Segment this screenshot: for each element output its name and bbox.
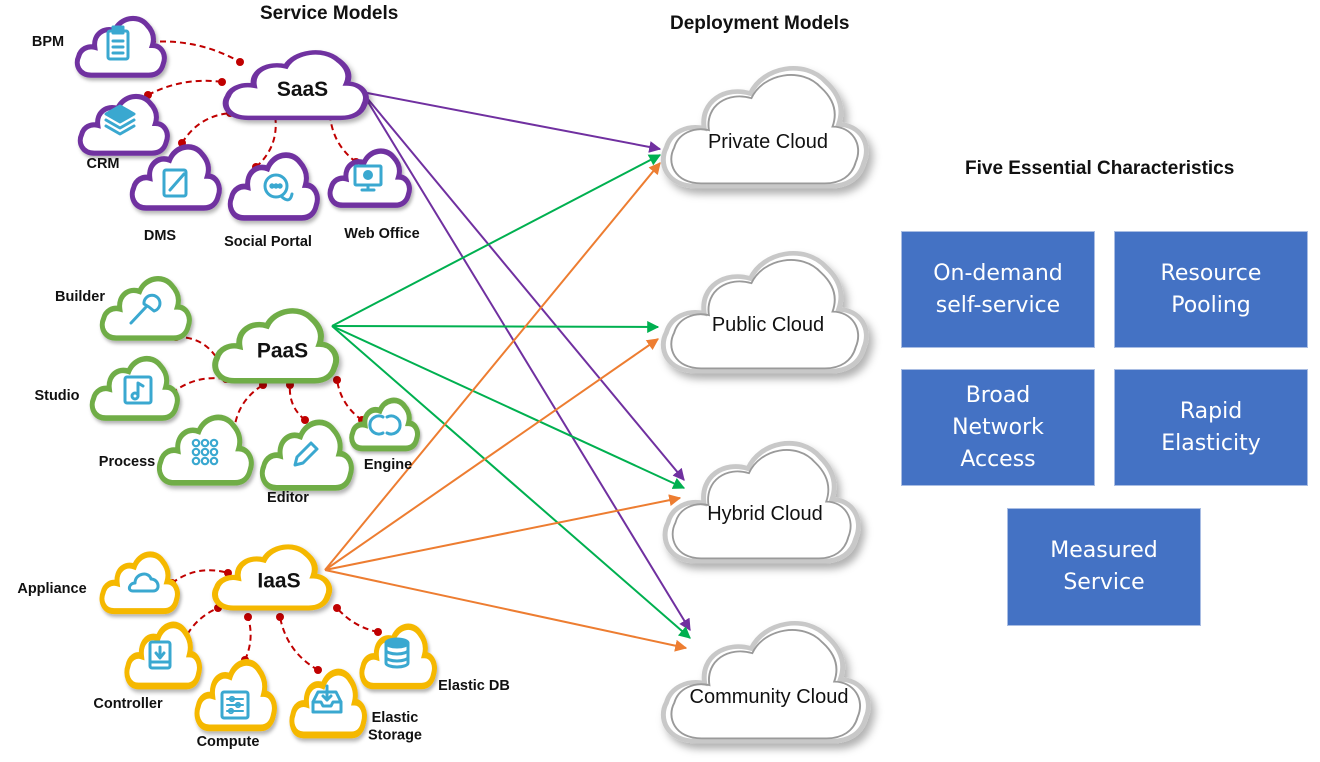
deployment-cloud-public: Public Cloud <box>663 253 866 371</box>
service-child-label: BPM <box>32 34 64 50</box>
saas-hub: SaaS <box>226 52 366 117</box>
deployment-clouds: Private Cloud Public Cloud Hybrid Cloud Com… <box>663 68 868 741</box>
iaas-label: IaaS <box>257 570 300 593</box>
cloud-outline <box>663 253 866 371</box>
child-cloud <box>262 422 351 487</box>
service-child-builder: Builder <box>55 279 189 338</box>
service-model-iaas: Appliance Controller Compute Elastic Storage… <box>17 547 510 750</box>
service-child-process: Process <box>99 417 252 482</box>
service-child-social-portal: Social Portal <box>224 155 317 250</box>
service-child-label: Elastic DB <box>438 678 510 694</box>
service-model-saas: BPM CRM DMS Social Portal Web Office SaaS <box>32 18 420 250</box>
deployment-label-public: Public Cloud <box>712 314 824 336</box>
dashed-connector <box>144 78 226 99</box>
service-child-compute: Compute <box>197 662 275 750</box>
child-cloud <box>292 672 365 735</box>
characteristic-rapid-elasticity: Rapid Elasticity <box>1114 369 1308 486</box>
service-child-label: Editor <box>267 490 309 506</box>
cloud-outline <box>663 623 868 741</box>
dashed-connector <box>276 613 322 674</box>
deployment-models-title: Deployment Models <box>670 13 850 34</box>
child-cloud <box>92 359 177 418</box>
characteristic-on-demand-self-service: On-demand self-service <box>901 231 1095 348</box>
service-child-bpm: BPM <box>32 18 164 75</box>
cloud-outline <box>663 68 866 186</box>
dashed-connector <box>286 381 309 424</box>
child-cloud <box>362 627 435 686</box>
service-child-controller: Controller <box>93 625 199 712</box>
paas-hub: PaaS <box>215 311 336 381</box>
deployment-label-private: Private Cloud <box>708 131 828 153</box>
characteristic-measured-service: Measured Service <box>1007 508 1201 626</box>
dashed-connector <box>333 376 366 424</box>
service-child-studio: Studio <box>34 359 177 418</box>
arrow-iaas-to-community <box>324 569 688 652</box>
iaas-hub: IaaS <box>215 547 329 608</box>
child-cloud <box>132 147 219 208</box>
arrow-paas-to-community <box>331 325 691 639</box>
child-cloud <box>159 417 251 482</box>
service-child-label: Web Office <box>344 226 419 242</box>
deployment-cloud-hybrid: Hybrid Cloud <box>665 443 858 561</box>
child-cloud <box>352 400 418 448</box>
service-child-label: Compute <box>197 734 260 750</box>
deployment-cloud-community: Community Cloud <box>663 623 868 741</box>
dashed-connector <box>333 604 382 636</box>
service-child-appliance: Appliance <box>17 554 177 611</box>
dashed-connector <box>241 613 252 664</box>
paas-label: PaaS <box>257 339 308 362</box>
characteristic-broad-network-access: Broad Network Access <box>901 369 1095 486</box>
service-child-label: Studio <box>34 388 79 404</box>
characteristics-title: Five Essential Characteristics <box>965 158 1235 179</box>
dashed-connector <box>178 109 234 147</box>
service-model-paas: Builder Studio Process Editor Engine PaaS <box>34 279 417 506</box>
service-child-engine: Engine <box>352 400 418 473</box>
service-child-label: Engine <box>364 457 412 473</box>
service-child-label: Controller <box>93 696 163 712</box>
deployment-cloud-private: Private Cloud <box>663 68 866 186</box>
deployment-label-community: Community Cloud <box>690 686 849 708</box>
service-child-label: Builder <box>55 289 105 305</box>
service-child-elastic-db: Elastic DB <box>362 627 510 694</box>
child-cloud <box>102 554 177 611</box>
service-models-title: Service Models <box>260 3 399 24</box>
service-child-label: DMS <box>144 228 177 244</box>
deployment-label-hybrid: Hybrid Cloud <box>707 503 823 525</box>
service-child-label: Elastic Storage <box>368 710 422 743</box>
service-child-label: Social Portal <box>224 234 312 250</box>
service-child-label: Appliance <box>17 581 86 597</box>
service-child-label: CRM <box>86 156 119 172</box>
characteristic-resource-pooling: Resource Pooling <box>1114 231 1308 348</box>
arrow-saas-to-community <box>361 91 691 632</box>
service-child-editor: Editor <box>262 422 351 506</box>
service-child-dms: DMS <box>132 147 219 244</box>
saas-label: SaaS <box>277 78 328 101</box>
arrow-paas-to-public <box>331 320 660 333</box>
arrow-saas-to-private <box>361 91 662 153</box>
arrow-iaas-to-private <box>324 162 661 571</box>
service-child-label: Process <box>99 454 155 470</box>
